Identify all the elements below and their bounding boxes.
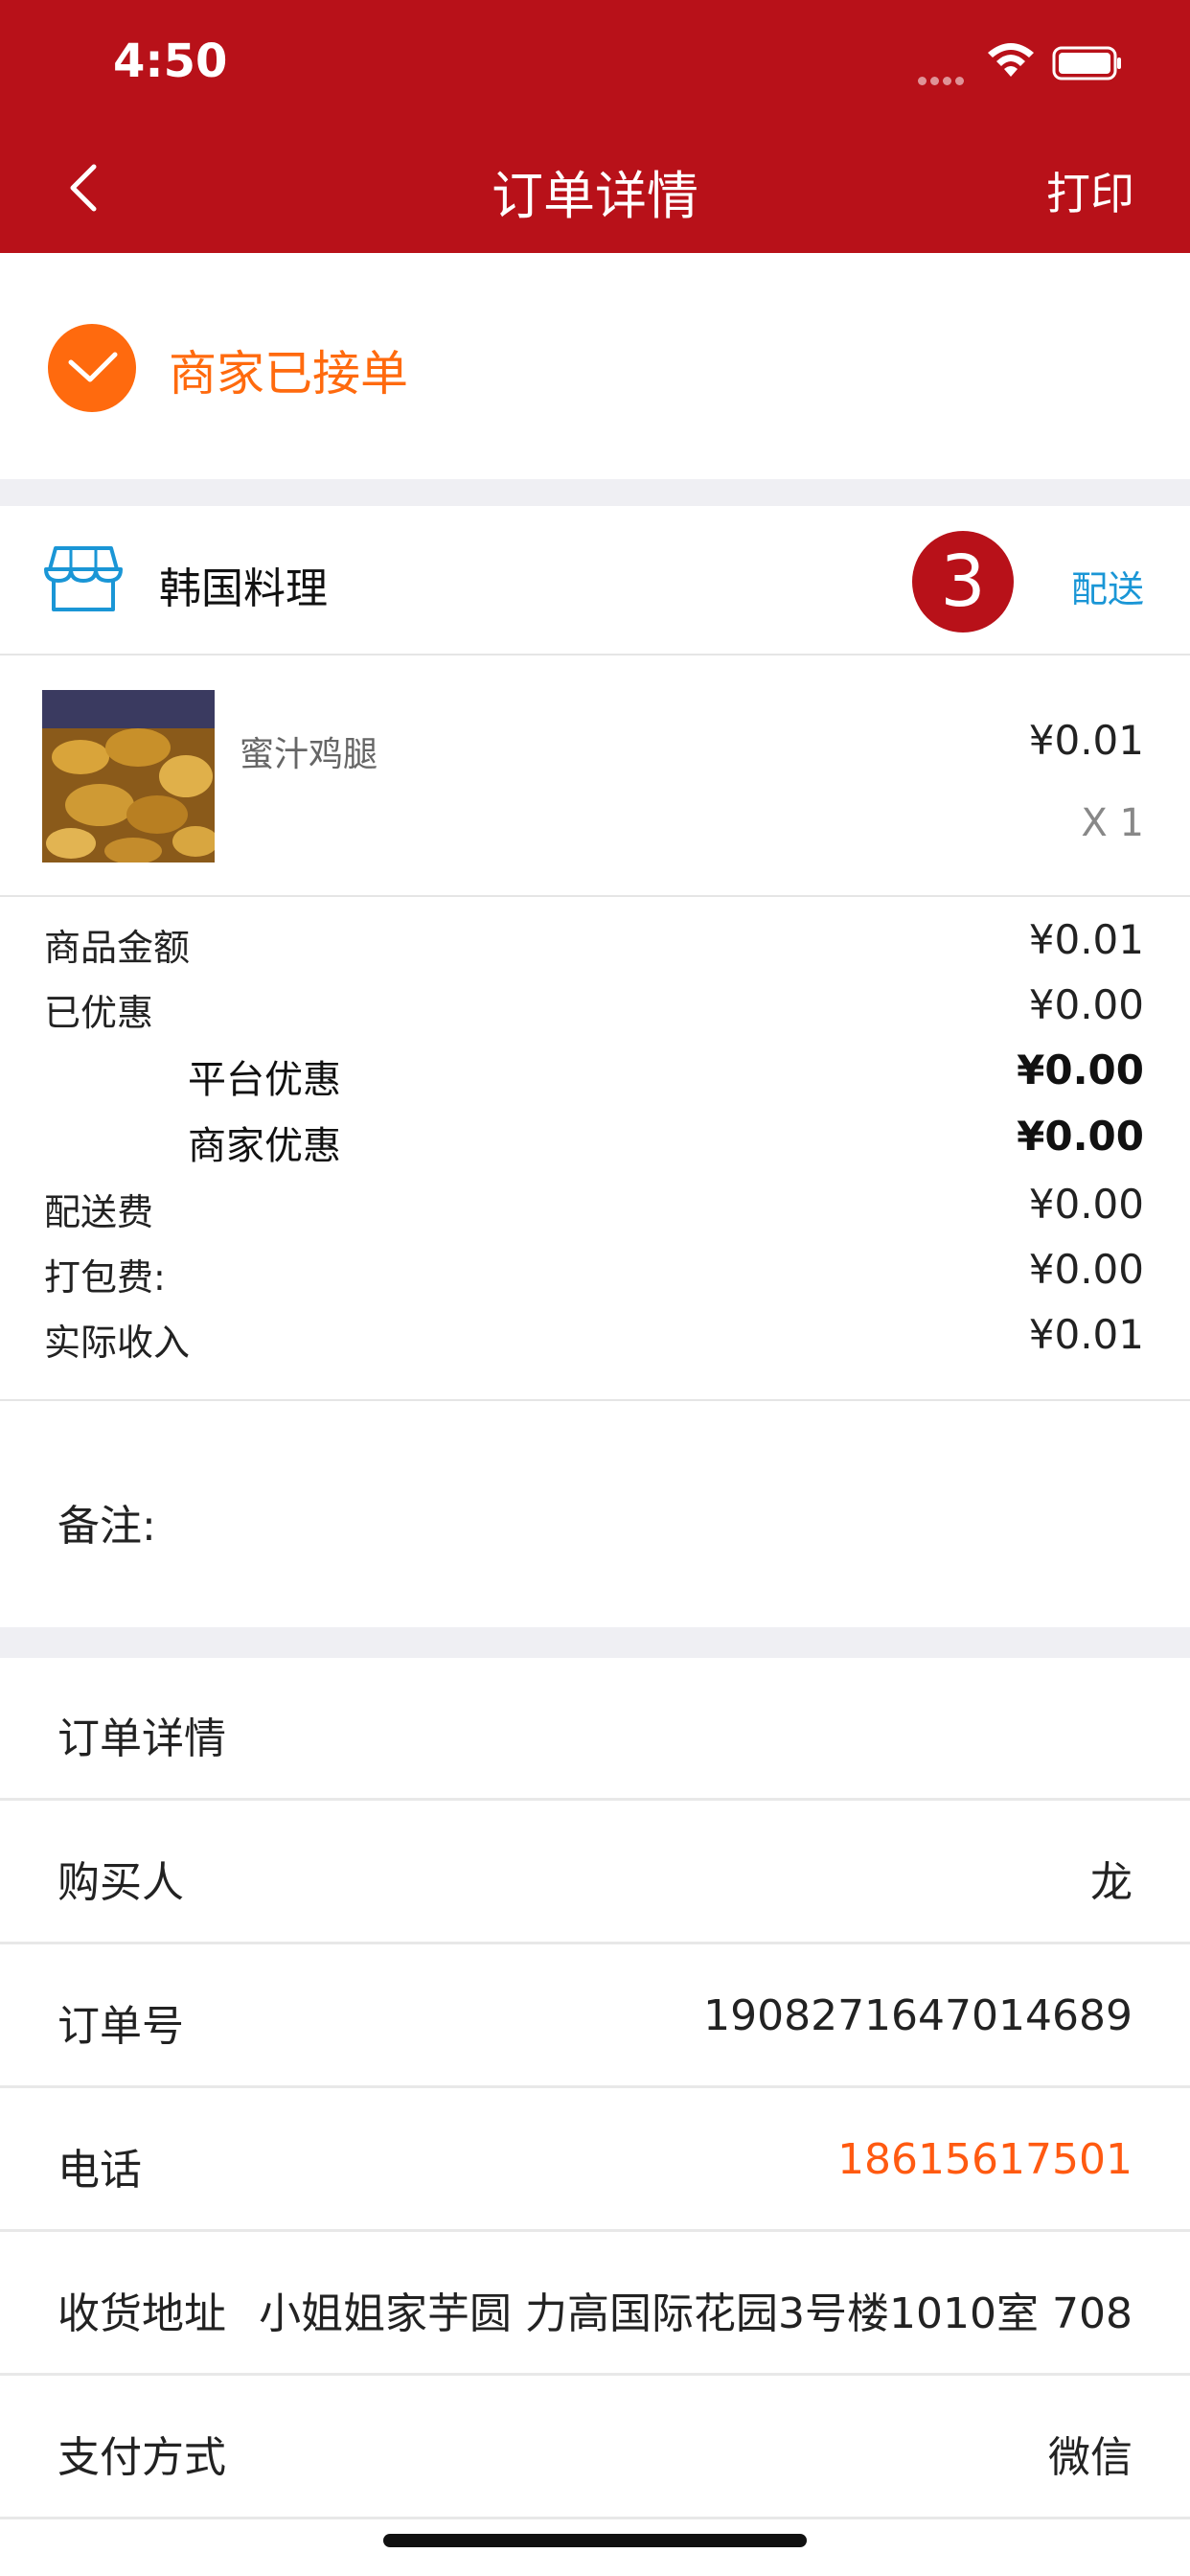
divider	[0, 2085, 1190, 2088]
section-divider	[0, 1627, 1190, 1658]
details-title: 订单详情	[57, 1714, 226, 1763]
summary-label-merchant: 商家优惠	[188, 1124, 341, 1168]
divider	[0, 1942, 1190, 1944]
order-number-label: 订单号	[57, 2002, 184, 2051]
signal-icon	[918, 71, 973, 85]
delivery-label: 配送	[1070, 568, 1144, 610]
buyer-label: 购买人	[57, 1858, 184, 1907]
divider	[0, 654, 1190, 656]
summary-value-income: ¥0.01	[1028, 1311, 1144, 1358]
check-icon	[48, 324, 136, 412]
divider	[0, 2517, 1190, 2519]
item-quantity: X 1	[1081, 801, 1144, 845]
summary-value-platform: ¥0.00	[1017, 1046, 1144, 1093]
address-label: 收货地址	[57, 2289, 226, 2338]
summary-label-delivery-fee: 配送费	[44, 1191, 154, 1233]
payment-label: 支付方式	[57, 2433, 226, 2482]
divider	[0, 2373, 1190, 2376]
summary-label-goods: 商品金额	[44, 927, 191, 969]
buyer-value: 龙	[1090, 1858, 1133, 1907]
product-image	[42, 690, 215, 862]
divider	[0, 1399, 1190, 1401]
section-divider	[0, 479, 1190, 506]
divider	[0, 895, 1190, 897]
divider	[0, 2229, 1190, 2232]
phone-label: 电话	[57, 2146, 142, 2195]
summary-value-goods: ¥0.01	[1028, 916, 1144, 963]
summary-label-platform: 平台优惠	[188, 1058, 341, 1102]
order-number-value: 1908271647014689	[703, 1991, 1133, 2040]
battery-icon	[1052, 46, 1121, 80]
item-price: ¥0.01	[1028, 717, 1144, 764]
payment-value: 微信	[1048, 2433, 1133, 2482]
shop-icon	[44, 546, 123, 611]
order-number-badge: 3	[912, 531, 1014, 632]
status-time: 4:50	[113, 34, 228, 88]
wifi-icon	[988, 43, 1034, 77]
order-status-text: 商家已接单	[169, 346, 408, 402]
page-title: 订单详情	[492, 166, 698, 226]
summary-label-discount: 已优惠	[44, 992, 154, 1034]
address-value: 小姐姐家芋圆 力高国际花园3号楼1010室 708	[259, 2289, 1133, 2338]
print-button[interactable]: 打印	[1046, 159, 1134, 222]
summary-value-delivery-fee: ¥0.00	[1028, 1181, 1144, 1228]
summary-label-income: 实际收入	[44, 1322, 191, 1364]
remarks-label: 备注:	[57, 1502, 156, 1551]
summary-label-packing-fee: 打包费:	[44, 1256, 166, 1299]
home-indicator[interactable]	[383, 2534, 807, 2547]
phone-link[interactable]: 18615617501	[837, 2135, 1133, 2184]
divider	[0, 1798, 1190, 1801]
summary-value-discount: ¥0.00	[1028, 981, 1144, 1028]
shop-name: 韩国料理	[159, 564, 328, 613]
summary-value-packing-fee: ¥0.00	[1028, 1246, 1144, 1293]
item-name: 蜜汁鸡腿	[240, 735, 378, 774]
summary-value-merchant: ¥0.00	[1017, 1113, 1144, 1160]
